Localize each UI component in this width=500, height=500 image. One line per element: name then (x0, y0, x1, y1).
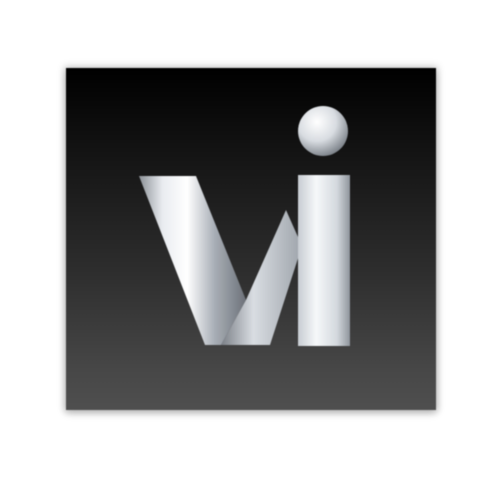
icon-canvas (0, 0, 500, 500)
vi-logo-icon (139, 106, 350, 346)
letter-i-stem (298, 175, 350, 346)
letter-v-left-stroke (139, 176, 246, 345)
letter-i-dot (298, 106, 348, 156)
